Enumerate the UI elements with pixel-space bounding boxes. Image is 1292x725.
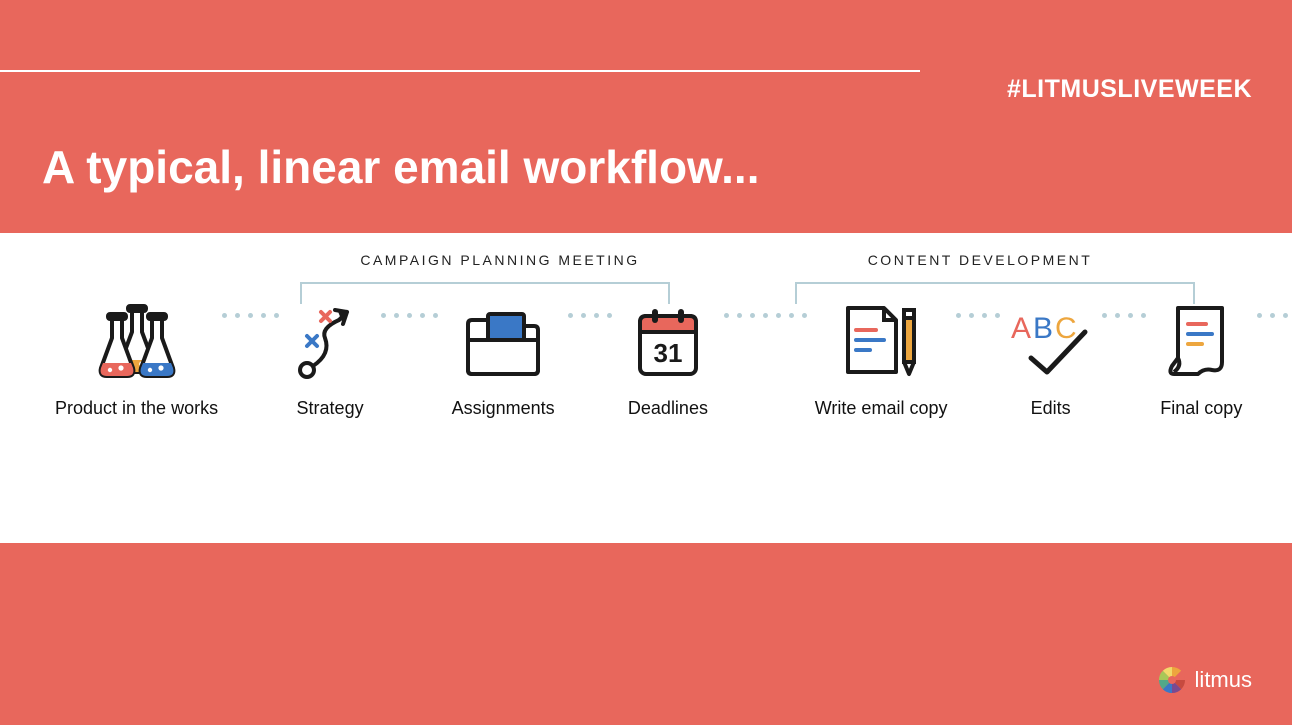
svg-text:A: A xyxy=(1011,312,1031,345)
calendar-icon: 31 xyxy=(634,270,702,380)
svg-text:C: C xyxy=(1055,312,1077,345)
flasks-icon xyxy=(94,270,180,380)
step-strategy: Strategy xyxy=(283,270,377,419)
step-edits: A B C Edits xyxy=(1004,270,1098,419)
calendar-day-text: 31 xyxy=(653,338,682,368)
dots-connector xyxy=(1098,270,1150,380)
dots-connector xyxy=(720,270,811,380)
svg-text:B: B xyxy=(1033,312,1053,345)
step-final-copy: Final copy xyxy=(1150,270,1253,419)
section-label-planning: CAMPAIGN PLANNING MEETING xyxy=(335,252,665,268)
step-product: Product in the works xyxy=(55,270,218,419)
hashtag: #LITMUSLIVEWEEK xyxy=(1007,75,1252,104)
final-copy-icon xyxy=(1164,270,1238,380)
write-copy-icon xyxy=(840,270,922,380)
divider-line xyxy=(0,70,920,72)
section-label-content: CONTENT DEVELOPMENT xyxy=(840,252,1120,268)
dots-connector xyxy=(1253,270,1292,380)
step-label: Final copy xyxy=(1160,398,1242,419)
slide-title: A typical, linear email workflow... xyxy=(42,140,759,194)
dots-connector xyxy=(564,270,616,380)
step-label: Write email copy xyxy=(815,398,948,419)
dots-connector xyxy=(377,270,442,380)
step-deadlines: 31 Deadlines xyxy=(616,270,719,419)
folder-icon xyxy=(462,270,544,380)
step-label: Edits xyxy=(1031,398,1071,419)
dots-connector xyxy=(952,270,1004,380)
edits-icon: A B C xyxy=(1007,270,1095,380)
step-label: Product in the works xyxy=(55,398,218,419)
litmus-wheel-icon xyxy=(1157,665,1187,695)
step-write-copy: Write email copy xyxy=(811,270,952,419)
step-label: Deadlines xyxy=(628,398,708,419)
dots-connector xyxy=(218,270,283,380)
workflow-row: Product in the works xyxy=(0,270,1292,419)
step-label: Assignments xyxy=(452,398,555,419)
brand-logo: litmus xyxy=(1157,665,1252,695)
strategy-icon xyxy=(297,270,363,380)
step-label: Strategy xyxy=(297,398,364,419)
brand-name: litmus xyxy=(1195,667,1252,693)
step-assignments: Assignments xyxy=(442,270,564,419)
